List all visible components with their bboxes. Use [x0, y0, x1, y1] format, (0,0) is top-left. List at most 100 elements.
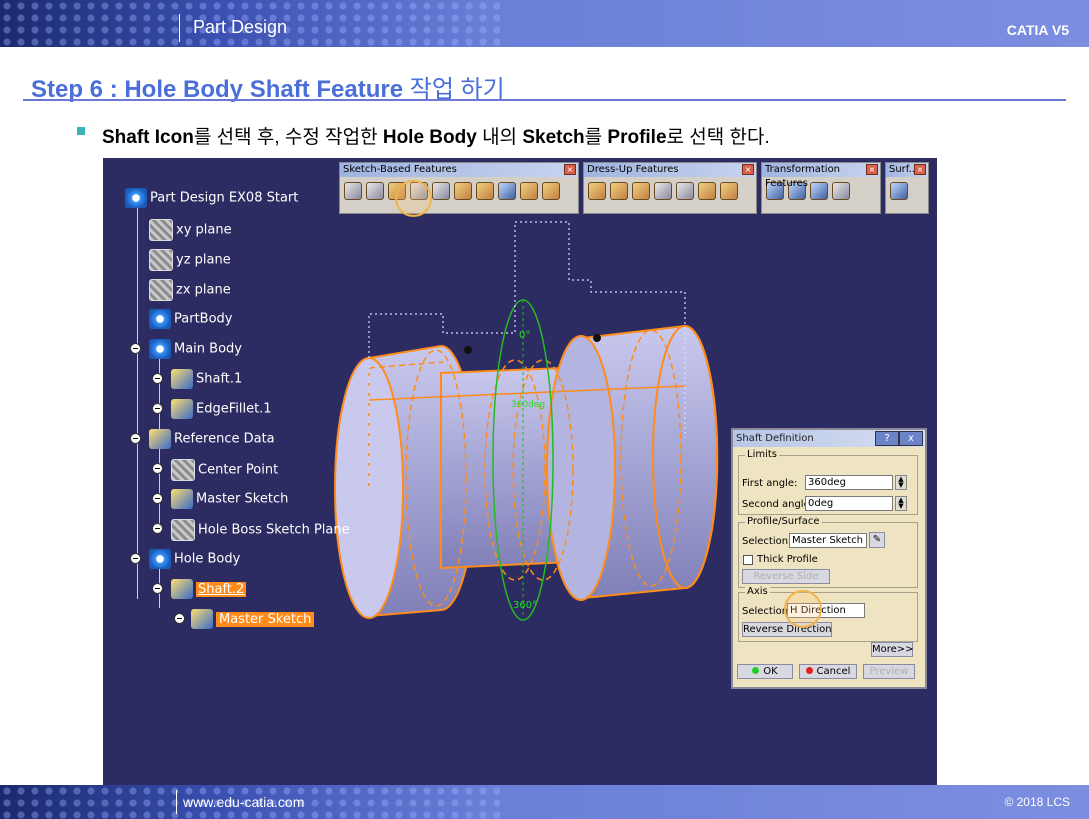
close-button[interactable]: x — [899, 431, 923, 446]
expand-icon[interactable] — [152, 523, 163, 534]
second-angle-input[interactable]: 0deg — [805, 496, 893, 511]
stiffener-icon[interactable] — [498, 182, 516, 200]
chamfer-icon[interactable] — [610, 182, 628, 200]
split-icon[interactable] — [890, 182, 908, 200]
shaft-feature-icon — [171, 579, 193, 599]
tree-item-master-sketch[interactable]: Master Sketch — [171, 489, 288, 509]
remove-loft-icon[interactable] — [542, 182, 560, 200]
footer-copyright: © 2018 LCS — [1004, 795, 1070, 809]
footer-url: www.edu-catia.com — [183, 794, 305, 810]
instruction-profile: Profile — [607, 127, 667, 148]
shell-icon[interactable] — [654, 182, 672, 200]
close-icon[interactable]: × — [742, 164, 754, 175]
tree-root[interactable]: Part Design EX08 Start — [125, 188, 298, 208]
tree-line — [137, 206, 138, 599]
tree-item-shaft-2[interactable]: Shaft.2 — [171, 579, 247, 599]
angle-bottom-label: 360° — [513, 600, 538, 611]
scaling-icon[interactable] — [832, 182, 850, 200]
first-angle-input[interactable]: 360deg — [805, 475, 893, 490]
tree-item-reference-data[interactable]: Reference Data — [149, 429, 275, 449]
instruction-text: Shaft Icon를 선택 후, 수정 작업한 Hole Body 내의 Sk… — [102, 122, 770, 149]
toolbar-dress-up[interactable]: Dress-Up Features × — [583, 162, 757, 214]
preview-button[interactable]: Preview — [863, 664, 915, 679]
tree-item-center-point[interactable]: Center Point — [171, 459, 278, 481]
tree-item-xy-plane[interactable]: xy plane — [149, 219, 232, 241]
ok-icon — [752, 667, 760, 674]
thick-profile-checkbox[interactable] — [743, 555, 753, 565]
reverse-side-button[interactable]: Reverse Side — [742, 569, 830, 584]
header-title: Part Design — [193, 17, 288, 37]
rib-icon[interactable] — [454, 182, 472, 200]
close-icon[interactable]: × — [866, 164, 878, 175]
instruction-part2: 를 선택 후, 수정 작업한 — [193, 127, 378, 148]
pocket-icon[interactable] — [366, 182, 384, 200]
body-icon — [149, 339, 171, 359]
pad-icon[interactable] — [344, 182, 362, 200]
profile-selection-label: Selection: — [742, 536, 792, 547]
pattern-icon[interactable] — [810, 182, 828, 200]
help-button[interactable]: ? — [875, 431, 899, 446]
profile-surface-label: Profile/Surface — [745, 516, 822, 527]
cancel-icon — [805, 667, 813, 674]
second-angle-spinner[interactable]: ▲ ▼ — [895, 496, 907, 511]
header-brand: CATIA V5 — [1006, 22, 1069, 38]
shaft-definition-dialog: Shaft Definition ? x Limits First angle:… — [731, 428, 927, 689]
collapse-icon[interactable] — [130, 433, 141, 444]
tree-item-hole-boss-sketch-plane[interactable]: Hole Boss Sketch Plane — [171, 519, 350, 541]
remove-face-icon[interactable] — [720, 182, 738, 200]
close-icon[interactable]: × — [914, 164, 926, 175]
expand-icon[interactable] — [152, 373, 163, 384]
sketcher-icon[interactable]: ✎ — [869, 532, 885, 548]
shaft-icon-highlight — [395, 180, 432, 217]
tree-item-hole-body[interactable]: Hole Body — [149, 549, 240, 569]
instruction-hole-body: Hole Body — [382, 127, 477, 148]
draft-icon[interactable] — [632, 182, 650, 200]
second-angle-label: Second angle: — [742, 499, 814, 510]
more-button[interactable]: More>> — [871, 642, 914, 657]
plane-icon — [149, 219, 173, 241]
toolbar-icons — [584, 177, 756, 205]
toolbar-caption: Transformation Features × — [762, 163, 880, 189]
cancel-button[interactable]: Cancel — [799, 664, 857, 679]
reverse-direction-button[interactable]: Reverse Direction — [742, 622, 832, 637]
toolbar-sketch-based[interactable]: Sketch-Based Features × — [339, 162, 579, 214]
thread-icon[interactable] — [698, 182, 716, 200]
toolbar-icons — [340, 177, 578, 205]
fillet-icon[interactable] — [588, 182, 606, 200]
tree-item-edgefillet-1[interactable]: EdgeFillet.1 — [171, 399, 272, 419]
collapse-icon[interactable] — [152, 583, 163, 594]
tree-item-main-body[interactable]: Main Body — [149, 339, 242, 359]
body-icon — [149, 309, 171, 329]
expand-icon[interactable] — [174, 613, 185, 624]
close-icon[interactable]: × — [564, 164, 576, 175]
toolbar-icons — [886, 177, 928, 205]
dialog-title: Shaft Definition — [736, 433, 814, 444]
angle-top-label: 0° — [519, 330, 531, 341]
hole-icon[interactable] — [432, 182, 450, 200]
collapse-icon[interactable] — [130, 553, 141, 564]
thickness-icon[interactable] — [676, 182, 694, 200]
tree-item-zx-plane[interactable]: zx plane — [149, 279, 231, 301]
instruction-part6: 를 — [584, 127, 603, 148]
ok-button[interactable]: OK — [737, 664, 793, 679]
tree-item-master-sketch-selected[interactable]: Master Sketch — [191, 609, 315, 629]
expand-icon[interactable] — [152, 403, 163, 414]
expand-icon[interactable] — [152, 493, 163, 504]
tree-item-yz-plane[interactable]: yz plane — [149, 249, 231, 271]
plane-icon — [149, 279, 173, 301]
point-icon — [171, 459, 195, 481]
loft-icon[interactable] — [520, 182, 538, 200]
expand-icon[interactable] — [152, 463, 163, 474]
footer-bar: www.edu-catia.com © 2018 LCS — [0, 785, 1089, 819]
toolbar-transformation[interactable]: Transformation Features × — [761, 162, 881, 214]
collapse-icon[interactable] — [130, 343, 141, 354]
slot-icon[interactable] — [476, 182, 494, 200]
toolbar-surface[interactable]: Surf... × — [885, 162, 929, 214]
first-angle-spinner[interactable]: ▲ ▼ — [895, 475, 907, 490]
tree-item-partbody[interactable]: PartBody — [149, 309, 232, 329]
footer-separator — [176, 790, 177, 814]
tree-item-shaft-1[interactable]: Shaft.1 — [171, 369, 242, 389]
body-icon — [149, 549, 171, 569]
profile-selection-input[interactable]: Master Sketch — [789, 533, 867, 548]
gear-icon — [125, 188, 147, 208]
